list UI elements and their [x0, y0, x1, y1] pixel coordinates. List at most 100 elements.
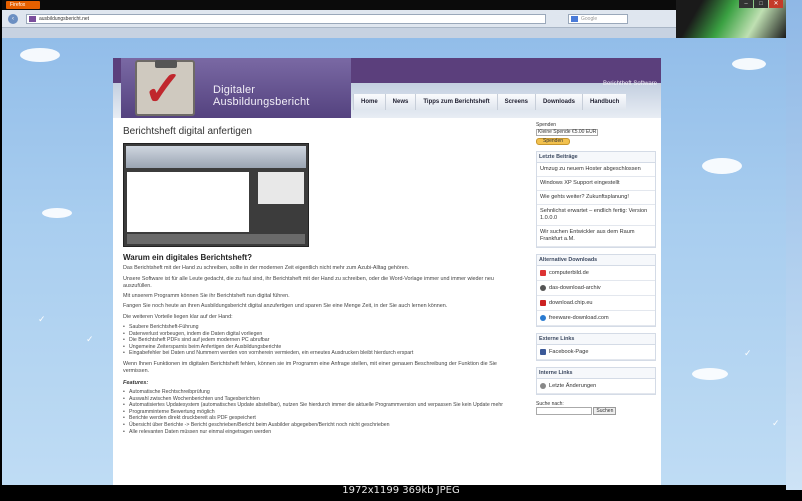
changelog-link[interactable]: Letzte Änderungen: [537, 379, 655, 394]
logo-text: Digitaler Ausbildungsbericht: [213, 84, 310, 108]
screenshot-calendar: [258, 172, 304, 204]
archiv-icon: [540, 285, 546, 291]
bird-decoration: ✓: [744, 348, 752, 358]
maximize-button[interactable]: □: [754, 0, 768, 8]
recent-posts-title: Letzte Beiträge: [537, 152, 655, 163]
link-label: freeware-download.com: [549, 315, 609, 321]
link-label: computerbild.de: [549, 270, 589, 276]
search-placeholder: Google: [581, 16, 598, 22]
section-heading: Warum ein digitales Berichtsheft?: [123, 253, 253, 262]
list-item: Saubere Berichtsheft-Führung: [123, 324, 528, 331]
main-content: Berichtsheft digital anfertigen Warum ei…: [123, 126, 528, 435]
screenshot-toolbar: [126, 146, 306, 168]
bird-decoration: ✓: [772, 418, 780, 428]
close-button[interactable]: ✕: [769, 0, 783, 8]
sidebar-search-button[interactable]: Suchen: [593, 407, 617, 415]
facebook-icon: [540, 349, 546, 355]
download-link-archiv[interactable]: das-download-archiv: [537, 281, 655, 296]
downloads-box: Alternative Downloads computerbild.de da…: [536, 254, 656, 327]
recent-post-link[interactable]: Wir suchen Entwickler aus dem Raum Frank…: [537, 226, 655, 247]
recent-posts-box: Letzte Beiträge Umzug zu neuem Hoster ab…: [536, 151, 656, 248]
recent-post-link[interactable]: Wie gehts weiter? Zukunftsplanung!: [537, 191, 655, 205]
url-bar[interactable]: ausbildungsbericht.net: [26, 14, 546, 24]
header-tagline: Berichtheft Software: [602, 81, 657, 87]
bird-decoration: ✓: [38, 314, 46, 324]
cloud-decoration: [20, 48, 60, 62]
menu-item-handbuch[interactable]: Handbuch: [581, 94, 627, 110]
software-screenshot[interactable]: [123, 143, 309, 247]
link-label: das-download-archiv: [549, 285, 601, 291]
download-link-chip[interactable]: download.chip.eu: [537, 296, 655, 311]
spenden-label: Spenden: [536, 122, 557, 128]
browser-search-input[interactable]: Google: [568, 14, 628, 24]
bird-decoration: ✓: [86, 334, 94, 344]
list-item: Automatisiertes Updatesystem (automatisc…: [123, 402, 528, 409]
firefox-menu-button[interactable]: Firefox: [6, 1, 40, 9]
external-links-box: Externe Links Facebook-Page: [536, 333, 656, 361]
screenshot-footer: [127, 234, 305, 244]
list-item: Eingabefehler bei Daten und Nummern werd…: [123, 350, 528, 357]
list-item: Programminterne Bewertung möglich: [123, 409, 528, 416]
back-icon[interactable]: ‹: [8, 14, 18, 24]
cloud-decoration: [692, 368, 728, 380]
list-item: Alle relevanten Daten müssen nur einmal …: [123, 429, 528, 436]
cloud-decoration: [732, 58, 766, 70]
menu-item-news[interactable]: News: [384, 94, 416, 110]
features-list: Automatische Rechtschreibprüfung Auswahl…: [123, 389, 528, 435]
web-page: ✓ ✓ ✓ ✓ ✓ Digitaler Ausbildungsbericht B…: [2, 38, 786, 485]
menu-item-home[interactable]: Home: [353, 94, 385, 110]
external-links-title: Externe Links: [537, 334, 655, 345]
paragraph: Wenn Ihnen Funktionen im digitalen Beric…: [123, 360, 497, 374]
site-container: ✓ Digitaler Ausbildungsbericht Berichthe…: [113, 58, 661, 485]
site-favicon-icon: [29, 16, 36, 22]
facebook-link[interactable]: Facebook-Page: [537, 345, 655, 360]
list-item: Auswahl zwischen Wochenberichten und Tag…: [123, 396, 528, 403]
google-icon: [571, 16, 578, 22]
menu-item-downloads[interactable]: Downloads: [534, 94, 582, 110]
desktop-wallpaper-top: – □ ✕: [676, 0, 786, 38]
recent-post-link[interactable]: Sehnlichst erwartet – endlich fertig: Ve…: [537, 205, 655, 226]
main-menu: Home News Tipps zum Berichtsheft Screens…: [353, 94, 627, 110]
changelog-icon: [540, 383, 546, 389]
sidebar-search: Suche nach: Suchen: [536, 401, 656, 415]
donation-select[interactable]: Kleine Spende €5.00 EUR: [536, 129, 598, 136]
menu-item-tipps[interactable]: Tipps zum Berichtsheft: [415, 94, 497, 110]
recent-post-link[interactable]: Umzug zu neuem Hoster abgeschlossen: [537, 163, 655, 177]
bookmarks-bar: [2, 28, 786, 38]
advantages-list: Saubere Berichtsheft-Führung Datenverlus…: [123, 324, 528, 357]
download-link-computerbild[interactable]: computerbild.de: [537, 266, 655, 281]
window-controls: – □ ✕: [739, 0, 783, 9]
link-label: Facebook-Page: [549, 349, 589, 355]
browser-titlebar: Firefox: [2, 0, 786, 10]
site-header: ✓ Digitaler Ausbildungsbericht Berichthe…: [113, 58, 661, 118]
clipboard-icon: ✓: [135, 60, 195, 116]
list-item: Die Berichtsheft PDFs sind auf jedem mod…: [123, 337, 528, 344]
paragraph: Das Berichtsheft mit der Hand zu schreib…: [123, 265, 410, 271]
cloud-decoration: [42, 208, 72, 218]
cloud-decoration: [702, 158, 742, 174]
chip-icon: [540, 300, 546, 306]
download-link-freeware[interactable]: freeware-download.com: [537, 311, 655, 326]
site-logo[interactable]: ✓ Digitaler Ausbildungsbericht: [121, 58, 351, 118]
sidebar-search-input[interactable]: [536, 407, 592, 415]
internal-links-title: Interne Links: [537, 368, 655, 379]
donate-button[interactable]: Spenden: [536, 138, 570, 145]
paragraph: Unsere Software ist für alle Leute gedac…: [123, 276, 494, 289]
paragraph: Die weiteren Vorteile liegen klar auf de…: [123, 314, 233, 320]
screenshot-document: [127, 172, 249, 232]
computerbild-icon: [540, 270, 546, 276]
paragraph: Fangen Sie noch heute an ihren Ausbildun…: [123, 303, 448, 309]
internal-links-box: Interne Links Letzte Änderungen: [536, 367, 656, 395]
recent-post-link[interactable]: Windows XP Support eingestellt: [537, 177, 655, 191]
freeware-icon: [540, 315, 546, 321]
menu-item-screens[interactable]: Screens: [496, 94, 535, 110]
list-item: Automatische Rechtschreibprüfung: [123, 389, 528, 396]
browser-chrome: Firefox ‹ ausbildungsbericht.net Google: [2, 0, 786, 38]
minimize-button[interactable]: –: [739, 0, 753, 8]
image-info-caption: 1972x1199 369kb JPEG: [342, 485, 460, 496]
browser-navbar: ‹ ausbildungsbericht.net Google: [2, 10, 786, 28]
list-item: Übersicht über Berichte -> Bericht gesch…: [123, 422, 528, 429]
list-item: Datenverlust vorbeugen, indem die Daten …: [123, 331, 528, 338]
desktop-wallpaper-right: [786, 0, 802, 501]
sidebar: Spenden Kleine Spende €5.00 EUR Spenden …: [536, 122, 656, 415]
